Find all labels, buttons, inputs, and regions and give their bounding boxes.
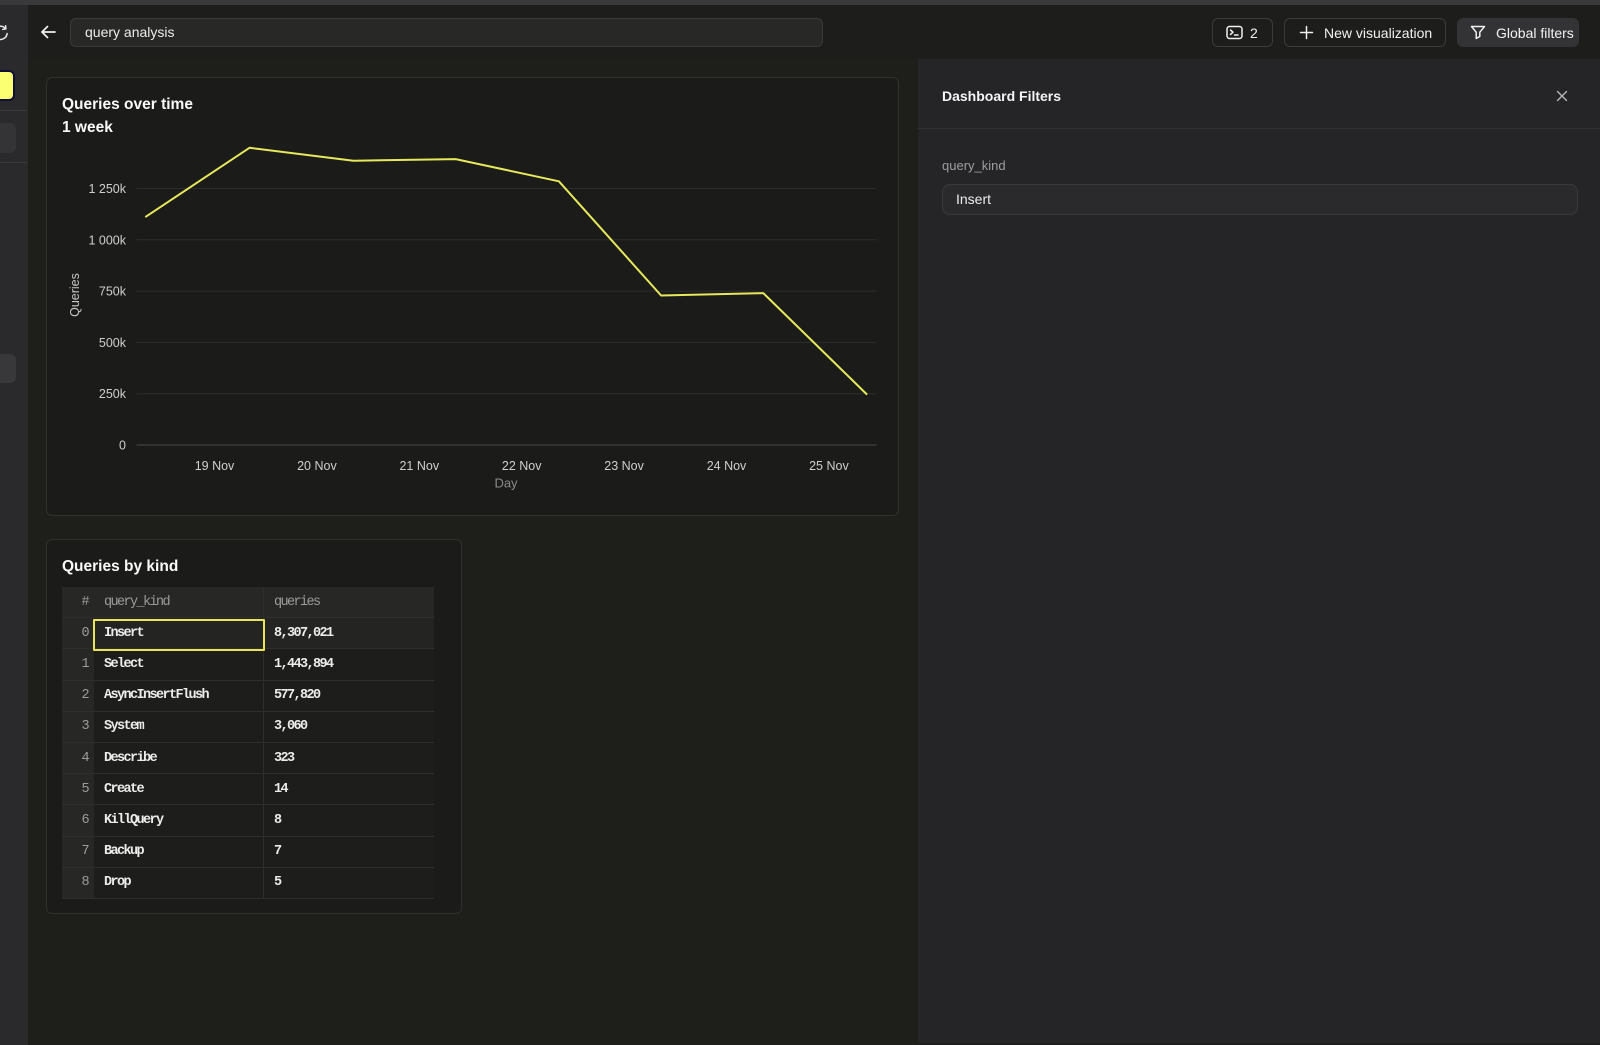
svg-text:21 Nov: 21 Nov xyxy=(399,459,439,473)
svg-text:19 Nov: 19 Nov xyxy=(195,459,235,473)
svg-text:Queries: Queries xyxy=(68,273,82,317)
svg-text:23 Nov: 23 Nov xyxy=(604,459,644,473)
svg-text:1 250k: 1 250k xyxy=(88,182,126,196)
svg-text:750k: 750k xyxy=(99,285,127,299)
svg-text:0: 0 xyxy=(119,439,126,453)
svg-text:1 000k: 1 000k xyxy=(88,233,126,247)
svg-text:25 Nov: 25 Nov xyxy=(809,459,849,473)
svg-text:24 Nov: 24 Nov xyxy=(707,459,747,473)
svg-text:500k: 500k xyxy=(99,336,127,350)
svg-text:20 Nov: 20 Nov xyxy=(297,459,337,473)
svg-text:22 Nov: 22 Nov xyxy=(502,459,542,473)
svg-text:250k: 250k xyxy=(99,387,127,401)
svg-text:Day: Day xyxy=(494,476,518,491)
